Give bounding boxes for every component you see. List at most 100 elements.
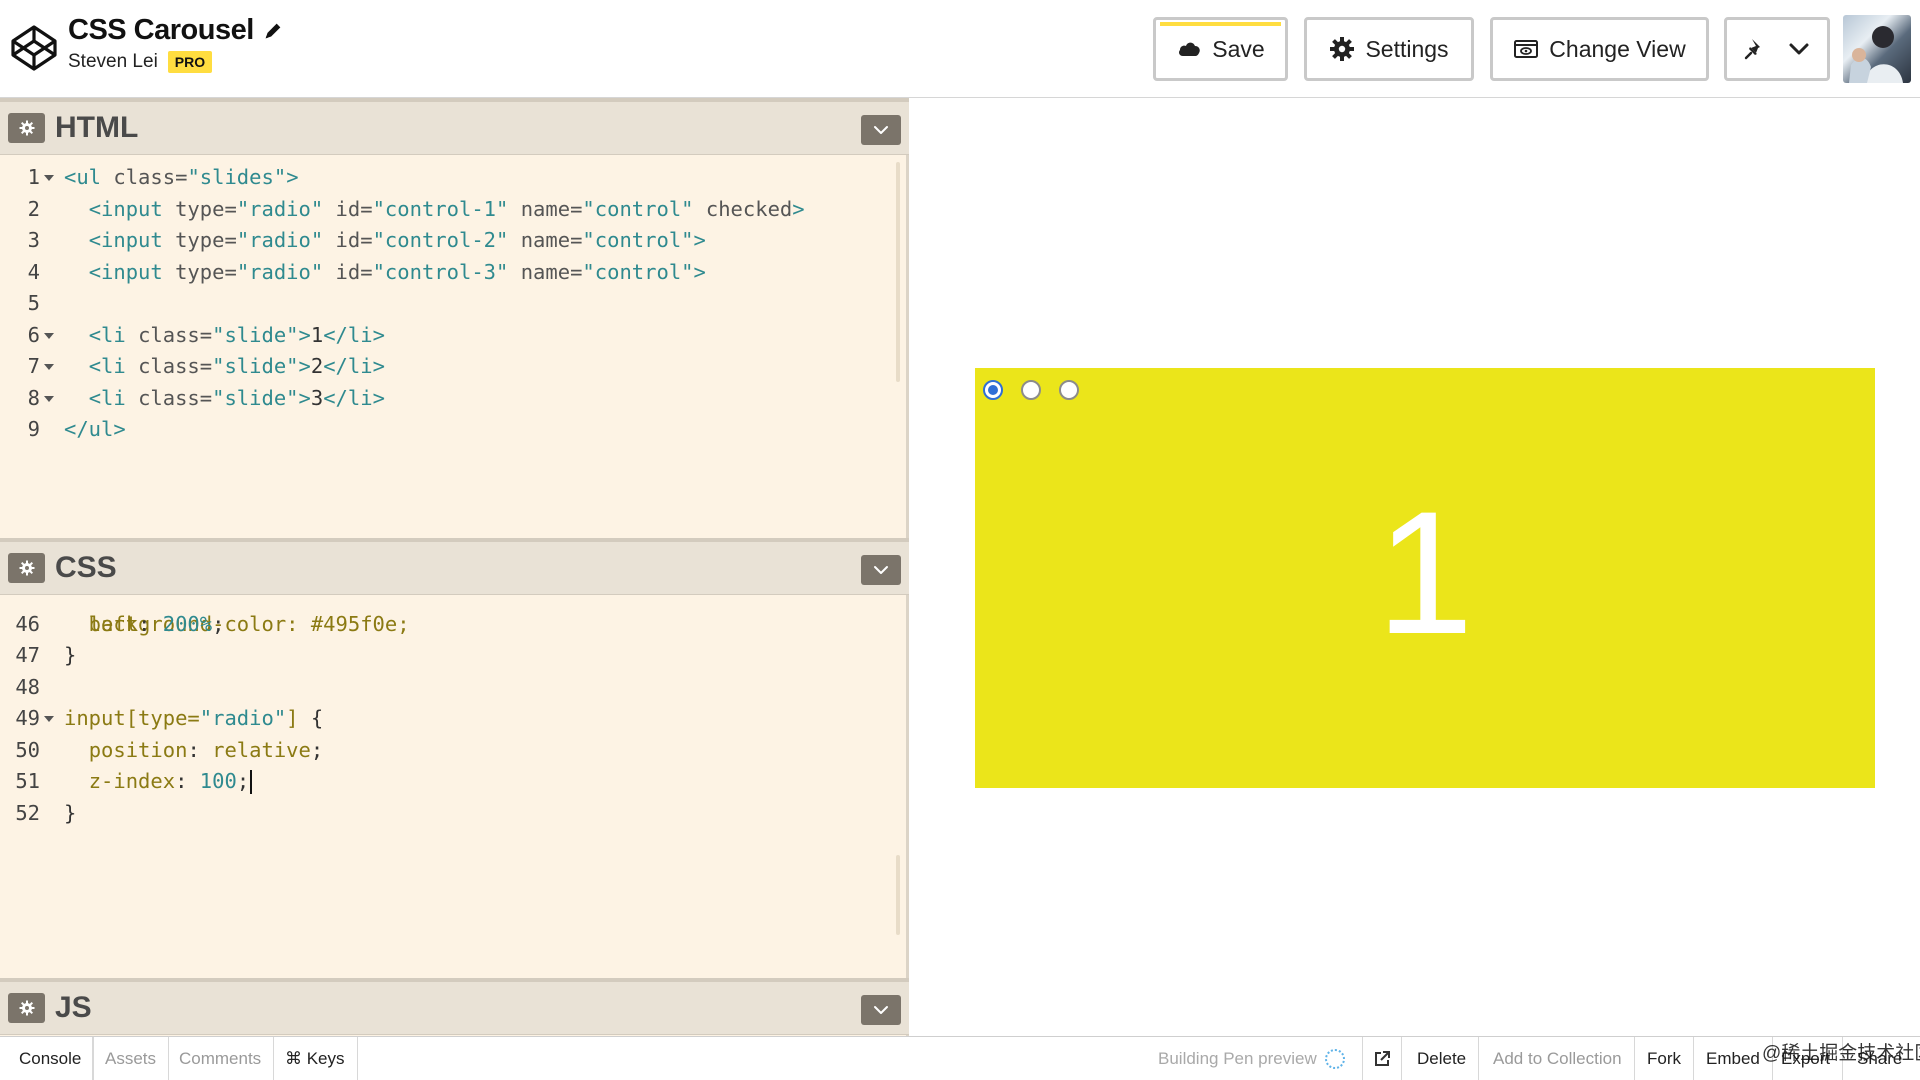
code-line: 5 bbox=[0, 288, 900, 320]
line-number: 51 bbox=[15, 769, 40, 793]
css-settings-button[interactable] bbox=[8, 553, 45, 583]
css-panel-header[interactable]: CSS bbox=[0, 538, 909, 595]
slide-radio-1[interactable] bbox=[983, 380, 1003, 400]
code-line: 3 <input type="radio" id="control-2" nam… bbox=[0, 225, 900, 257]
add-to-collection-button[interactable]: Add to Collection bbox=[1481, 1037, 1635, 1080]
code-line: 51 z-index: 100; bbox=[0, 766, 900, 798]
html-panel-title: HTML bbox=[55, 111, 139, 144]
pin-menu-button[interactable] bbox=[1724, 17, 1830, 81]
settings-label: Settings bbox=[1365, 35, 1449, 62]
chevron-down-icon bbox=[874, 566, 888, 574]
result-preview[interactable]: 1 bbox=[931, 98, 1920, 1036]
user-avatar[interactable] bbox=[1843, 15, 1911, 83]
change-view-button[interactable]: Change View bbox=[1490, 17, 1709, 81]
pro-badge: PRO bbox=[167, 51, 213, 73]
code-line-text: <ul class="slides"> bbox=[64, 165, 299, 189]
fold-arrow-icon[interactable] bbox=[44, 395, 54, 402]
fold-arrow-icon[interactable] bbox=[44, 175, 54, 181]
line-number: 2 bbox=[27, 196, 40, 221]
console-button[interactable]: Console bbox=[7, 1037, 95, 1080]
code-line-text: left: 200%; bbox=[88, 611, 225, 636]
open-new-window-button[interactable] bbox=[1362, 1037, 1402, 1080]
keys-button[interactable]: ⌘ Keys bbox=[273, 1037, 358, 1080]
fold-arrow-icon[interactable] bbox=[44, 716, 54, 722]
external-link-icon bbox=[1375, 1051, 1390, 1066]
line-number: 1 bbox=[27, 165, 40, 189]
line-number: 49 bbox=[15, 706, 40, 730]
css-scrollbar[interactable] bbox=[896, 855, 900, 935]
html-collapse-button[interactable] bbox=[861, 115, 901, 145]
code-line: 8 <li class="slide">3</li> bbox=[0, 383, 900, 415]
code-line-text: <li class="slide">3</li> bbox=[88, 385, 385, 410]
js-panel-title: JS bbox=[55, 991, 92, 1024]
line-number: 3 bbox=[27, 228, 40, 252]
gear-icon bbox=[19, 120, 34, 136]
gear-icon bbox=[19, 560, 34, 576]
html-settings-button[interactable] bbox=[8, 113, 45, 143]
slide-radio-2[interactable] bbox=[1021, 380, 1041, 400]
code-line: 49 input[type="radio"] { bbox=[0, 703, 900, 735]
build-status-text: Building Pen preview bbox=[1158, 1049, 1317, 1068]
delete-button[interactable]: Delete bbox=[1405, 1037, 1480, 1080]
code-line-text: <input type="radio" id="control-3" name=… bbox=[88, 259, 706, 284]
slide-radio-3[interactable] bbox=[1059, 380, 1079, 400]
save-label: Save bbox=[1212, 35, 1265, 62]
pen-title[interactable]: CSS Carousel bbox=[68, 14, 254, 47]
html-scrollbar[interactable] bbox=[896, 162, 900, 382]
code-line: 9 </ul> bbox=[0, 414, 900, 446]
line-number: 46 bbox=[15, 611, 40, 636]
code-line-text: } bbox=[64, 643, 77, 667]
top-header: CSS Carousel Steven Lei PRO Save Setting… bbox=[0, 0, 1920, 98]
comments-button[interactable]: Comments bbox=[167, 1037, 275, 1080]
code-line: 47} bbox=[0, 640, 900, 672]
window-view-icon bbox=[1514, 40, 1539, 58]
carousel-slide: 1 bbox=[975, 368, 1875, 788]
cloud-icon bbox=[1179, 42, 1201, 56]
css-panel-title: CSS bbox=[55, 551, 117, 584]
codepen-logo-icon[interactable] bbox=[10, 24, 58, 72]
pen-title-block: CSS Carousel Steven Lei PRO bbox=[68, 14, 284, 73]
js-settings-button[interactable] bbox=[8, 993, 45, 1023]
code-line: 4 <input type="radio" id="control-3" nam… bbox=[0, 257, 900, 289]
change-view-label: Change View bbox=[1549, 35, 1686, 62]
settings-button[interactable]: Settings bbox=[1304, 17, 1474, 81]
code-line-text: <li class="slide">2</li> bbox=[88, 354, 385, 378]
save-button[interactable]: Save bbox=[1153, 17, 1288, 81]
slide-number: 1 bbox=[1376, 476, 1474, 671]
code-line-text: } bbox=[64, 800, 77, 825]
line-number: 8 bbox=[27, 385, 40, 410]
fold-arrow-icon[interactable] bbox=[44, 332, 54, 339]
code-line-text: <li class="slide">1</li> bbox=[88, 322, 385, 347]
loading-spinner-icon bbox=[1324, 1049, 1345, 1069]
line-number: 50 bbox=[15, 737, 40, 762]
fork-button[interactable]: Fork bbox=[1635, 1037, 1694, 1080]
codepen-editor: CSS Carousel Steven Lei PRO Save Setting… bbox=[0, 0, 1920, 1080]
html-panel-header[interactable]: HTML bbox=[0, 98, 909, 155]
js-panel-header[interactable]: JS bbox=[0, 978, 909, 1035]
line-number: 6 bbox=[27, 322, 40, 347]
assets-button[interactable]: Assets bbox=[92, 1037, 170, 1080]
css-code-editor[interactable]: background-color: #495f0e; 46 left: 200%… bbox=[0, 595, 900, 973]
fold-arrow-icon[interactable] bbox=[44, 364, 54, 370]
line-number: 4 bbox=[27, 259, 40, 284]
code-line: 7 <li class="slide">2</li> bbox=[0, 351, 900, 383]
css-collapse-button[interactable] bbox=[861, 555, 901, 585]
code-line: 1 <ul class="slides"> bbox=[0, 162, 900, 194]
line-number: 48 bbox=[15, 674, 40, 699]
owner-name[interactable]: Steven Lei bbox=[68, 51, 158, 73]
line-number: 52 bbox=[15, 800, 40, 825]
code-line-partial: background-color: #495f0e; bbox=[0, 595, 900, 636]
line-number: 47 bbox=[15, 643, 40, 667]
line-number: 7 bbox=[27, 354, 40, 378]
code-line-text: position: relative; bbox=[88, 737, 324, 762]
code-line-text: z-index: 100; bbox=[64, 766, 253, 798]
js-collapse-button[interactable] bbox=[861, 995, 901, 1025]
gear-icon bbox=[1330, 37, 1355, 61]
editor-column: HTML 1 <ul class="slides"> 2 <input type="… bbox=[0, 98, 909, 1036]
build-status: Building Pen preview bbox=[1158, 1037, 1345, 1080]
pencil-edit-icon[interactable] bbox=[262, 20, 284, 42]
code-line: 50 position: relative; bbox=[0, 735, 900, 767]
code-line: 6 <li class="slide">1</li> bbox=[0, 320, 900, 352]
bottom-toolbar: Console Assets Comments ⌘ Keys Building … bbox=[0, 1036, 1920, 1080]
html-code-editor[interactable]: 1 <ul class="slides"> 2 <input type="radio… bbox=[0, 162, 900, 532]
